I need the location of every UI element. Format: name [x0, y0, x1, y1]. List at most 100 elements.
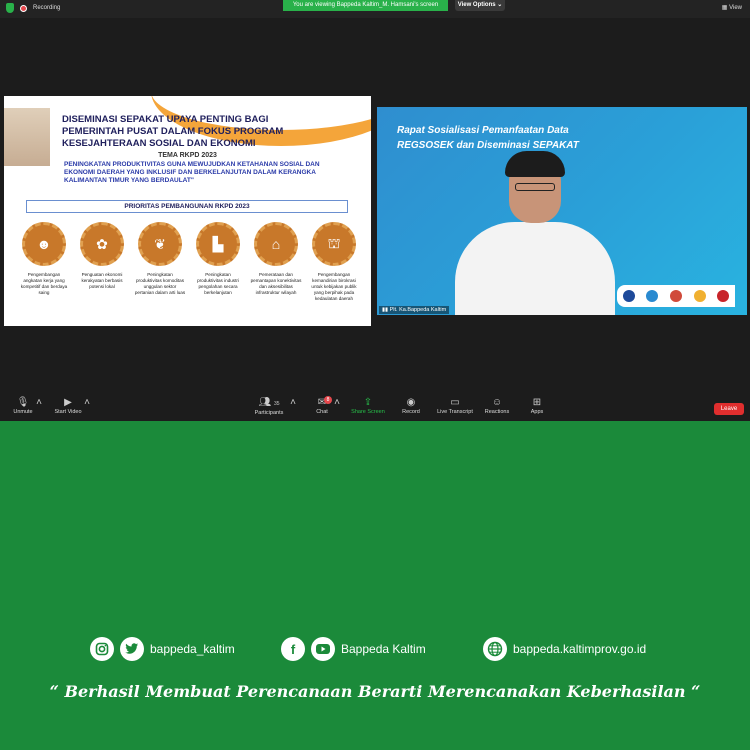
unmute-button[interactable]: 🎙︎ Unmute — [10, 397, 36, 415]
worker-icon: ☻ — [22, 222, 66, 266]
view-options-button[interactable]: View Options ⌄ — [455, 0, 505, 11]
participants-icon: 👥︎ 35 — [258, 397, 280, 408]
chevron-up-icon: ˄ — [334, 397, 340, 408]
recording-indicator: Recording — [6, 3, 60, 13]
speaker-body — [455, 222, 615, 315]
instagram-icon[interactable] — [90, 637, 114, 661]
reactions-label: Reactions — [484, 409, 510, 415]
tagline-quote: “ Berhasil Membuat Perencanaan Berarti M… — [49, 682, 701, 701]
shield-icon[interactable] — [6, 3, 14, 13]
view-button[interactable]: ▦ View — [722, 4, 742, 11]
meeting-toolbar: 🎙︎ Unmute ˄ ▶ Start Video ˄ 👥︎ 35 Participa… — [0, 395, 750, 421]
shared-screen-slide: DISEMINASI SEPAKAT UPAYA PENTING BAGI PE… — [4, 96, 371, 326]
priority-label: Peningkatan produktivitas industri pengo… — [197, 272, 239, 295]
record-dot-icon — [20, 4, 27, 12]
sponsor-logos — [617, 285, 735, 307]
social-website: bappeda.kaltimprov.go.id — [483, 636, 646, 662]
speaker-video[interactable]: Rapat Sosialisasi Pemanfaatan Data REGSO… — [377, 107, 747, 315]
speaker-name-label: Plt. Ka.Bappeda Kaltim — [389, 307, 447, 313]
glasses-icon — [515, 183, 555, 191]
social-handle-1[interactable]: bappeda_kaltim — [150, 642, 235, 656]
view-options-label: View Options — [457, 2, 496, 8]
social-instagram-twitter: bappeda_kaltim — [90, 636, 235, 662]
facebook-icon[interactable]: f — [281, 637, 305, 661]
view-label: View — [729, 5, 742, 11]
speaker-background-title: Rapat Sosialisasi Pemanfaatan Data REGSO… — [397, 123, 579, 153]
video-options-chevron[interactable]: ˄ — [84, 397, 90, 409]
priority-header: PRIORITAS PEMBANGUNAN RKPD 2023 — [26, 200, 348, 213]
website-url[interactable]: bappeda.kaltimprov.go.id — [513, 642, 646, 656]
priority-label: Penguatan ekonomi kerakyatan berbasis po… — [81, 272, 123, 289]
chat-label: Chat — [316, 409, 328, 415]
social-facebook-youtube: f Bappeda Kaltim — [281, 636, 426, 662]
share-screen-icon: ⇪ — [363, 397, 373, 408]
priority-item: ⛫ Pengembangan kemandirian birokrasi unt… — [308, 222, 360, 302]
apps-button[interactable]: ⊞ Apps — [526, 397, 548, 415]
priority-item: ▙ Peningkatan produktivitas industri pen… — [192, 222, 244, 302]
government-building-icon: ⛫ — [312, 222, 356, 266]
logo-icon — [693, 290, 706, 302]
start-video-label: Start Video — [54, 409, 82, 415]
unmute-label: Unmute — [13, 409, 33, 415]
recording-label: Recording — [33, 5, 61, 11]
chevron-up-icon: ˄ — [84, 397, 90, 408]
bridge-icon: ⌂ — [254, 222, 298, 266]
speaker-title-line1: Rapat Sosialisasi Pemanfaatan Data — [397, 125, 569, 136]
chat-button[interactable]: ✉ 8 Chat — [312, 396, 332, 415]
share-screen-label: Share Screen — [351, 409, 385, 415]
chevron-up-icon: ˄ — [290, 397, 296, 408]
priority-icons: ☻ Pengembangan angkatan kerja yang kompe… — [18, 222, 360, 302]
priority-item: ❦ Peningkatan produktivitas komoditas un… — [134, 222, 186, 302]
economy-icon: ✿ — [80, 222, 124, 266]
chevron-up-icon: ˄ — [36, 397, 42, 408]
youtube-icon[interactable] — [311, 637, 335, 661]
reactions-button[interactable]: ☺ Reactions — [482, 397, 512, 415]
emoji-icon: ☺ — [491, 397, 503, 408]
participants-label: Participants — [254, 410, 284, 416]
priority-label: Peningkatan produktivitas komoditas ungg… — [134, 272, 186, 295]
factory-icon: ▙ — [196, 222, 240, 266]
speaker-hair — [505, 151, 565, 177]
viewing-screen-banner: You are viewing Bappeda Kaltim_M. Hamsan… — [283, 0, 448, 11]
live-transcript-button[interactable]: ▭ Live Transcript — [432, 397, 478, 415]
audio-options-chevron[interactable]: ˄ — [36, 397, 42, 409]
twitter-icon[interactable] — [120, 637, 144, 661]
app-root: Recording You are viewing Bappeda Kaltim… — [0, 0, 750, 750]
start-video-button[interactable]: ▶ Start Video — [52, 397, 84, 415]
share-screen-button[interactable]: ⇪ Share Screen — [348, 397, 388, 415]
video-off-icon: ▶ — [64, 397, 72, 408]
priority-label: Pengembangan kemandirian birokrasi untuk… — [311, 272, 357, 301]
record-button[interactable]: ◉ Record — [396, 397, 426, 415]
agriculture-icon: ❦ — [138, 222, 182, 266]
priority-label: Pengembangan angkatan kerja yang kompeti… — [20, 272, 68, 295]
speaker-title-line2: REGSOSEK dan Diseminasi SEPAKAT — [397, 140, 579, 151]
priority-item: ⌂ Pemerataan dan pemantapan konektivitas… — [250, 222, 302, 302]
participants-button[interactable]: 👥︎ 35 Participants — [252, 397, 286, 416]
logo-icon — [669, 290, 682, 302]
social-handle-2[interactable]: Bappeda Kaltim — [341, 642, 426, 656]
meeting-top-bar: Recording You are viewing Bappeda Kaltim… — [0, 0, 750, 18]
priority-label: Pemerataan dan pemantapan konektivitas d… — [250, 272, 302, 295]
leave-button[interactable]: Leave — [714, 403, 744, 415]
participants-chevron[interactable]: ˄ — [290, 397, 296, 409]
apps-icon: ⊞ — [532, 397, 542, 408]
slide-title: DISEMINASI SEPAKAT UPAYA PENTING BAGI PE… — [62, 114, 284, 149]
chat-badge: 8 — [324, 396, 332, 404]
priority-item: ☻ Pengembangan angkatan kerja yang kompe… — [18, 222, 70, 302]
slide-subtitle: PENINGKATAN PRODUKTIVITAS GUNA MEWUJUDKA… — [64, 161, 320, 184]
logo-icon — [646, 290, 659, 302]
chat-chevron[interactable]: ˄ — [334, 397, 340, 409]
apps-label: Apps — [530, 409, 544, 415]
cc-icon: ▭ — [450, 397, 460, 408]
slide-tema: TEMA RKPD 2023 — [158, 152, 217, 159]
logo-icon — [717, 290, 730, 302]
live-transcript-label: Live Transcript — [437, 409, 473, 415]
mic-muted-icon: 🎙︎ — [16, 397, 30, 408]
priority-item: ✿ Penguatan ekonomi kerakyatan berbasis … — [76, 222, 128, 302]
speaker-name-tag: ▮▮ Plt. Ka.Bappeda Kaltim — [379, 306, 450, 314]
globe-icon[interactable] — [483, 637, 507, 661]
participants-count: 35 — [273, 401, 280, 407]
logo-icon — [622, 290, 635, 302]
record-label: Record — [402, 409, 420, 415]
record-icon: ◉ — [406, 397, 416, 408]
